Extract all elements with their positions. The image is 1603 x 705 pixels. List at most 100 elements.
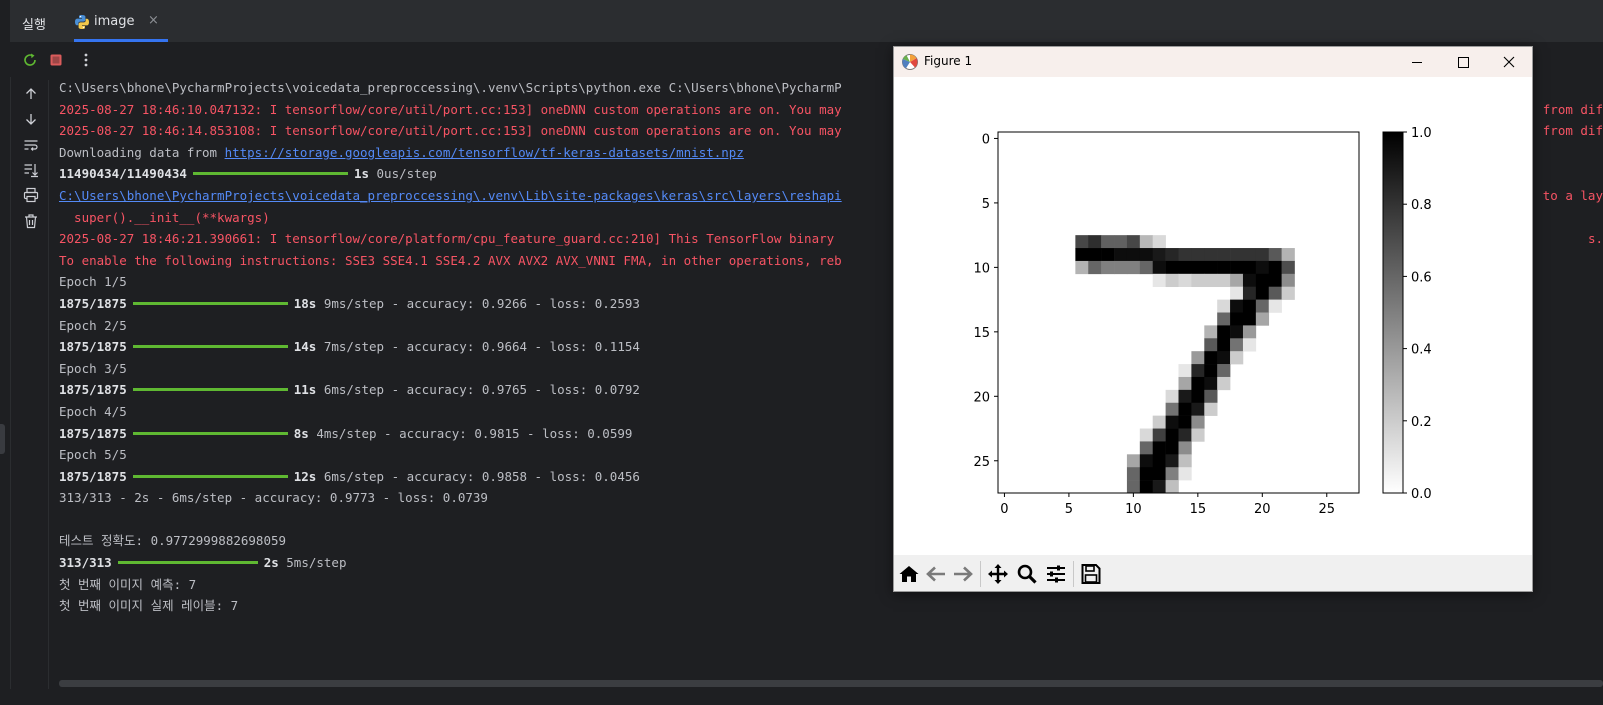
figure-window[interactable]: Figure 1 0 5 10 15 20 25 0 5 10 15 20 25 1.0 0.8 0.6… (893, 46, 1533, 592)
image-pixel (1255, 299, 1270, 313)
home-icon[interactable] (897, 563, 921, 585)
mnist-image (998, 132, 1359, 494)
image-pixel (1165, 415, 1179, 429)
run-tool-window-title[interactable]: 실행 (22, 14, 46, 33)
image-pixel (1230, 325, 1244, 339)
figure-canvas[interactable]: 0 5 10 15 20 25 0 5 10 15 20 25 1.0 0.8 0.6 0.4 0.2 0.0 (894, 77, 1532, 555)
rerun-icon[interactable] (21, 51, 39, 69)
console-text: C:\Users\bhone\PycharmProjects\voicedata… (59, 80, 842, 95)
y-tick-label: 0 (982, 132, 990, 147)
horizontal-scrollbar[interactable] (59, 677, 1603, 689)
image-pixel (1114, 260, 1128, 275)
image-pixel (1230, 299, 1244, 313)
progress-bar (132, 345, 288, 349)
tab-image[interactable]: image × (74, 0, 168, 42)
image-pixel (1204, 364, 1218, 378)
console-side-actions (10, 80, 49, 690)
colorbar-tick-label: 0.8 (1411, 198, 1432, 213)
console-text: 2s (263, 555, 279, 571)
scroll-down-icon[interactable] (23, 111, 39, 127)
soft-wrap-icon[interactable] (23, 137, 39, 153)
image-pixel (1204, 248, 1218, 262)
image-pixel (1204, 389, 1218, 404)
image-pixel (1255, 260, 1270, 275)
image-pixel (1101, 235, 1115, 249)
console-text: 2025-08-27 18:46:14.853108: I tensorflow… (59, 123, 842, 139)
image-pixel (1242, 273, 1257, 288)
colorbar-ticks: 1.0 0.8 0.6 0.4 0.2 0.0 (1403, 126, 1432, 502)
image-pixel (1101, 260, 1115, 275)
x-tick-label: 10 (1125, 502, 1142, 517)
image-pixel (1178, 364, 1192, 378)
console-text: Epoch 4/5 (59, 403, 127, 419)
matplotlib-icon (901, 53, 919, 75)
console-text: Epoch 5/5 (59, 447, 127, 463)
scroll-up-icon[interactable] (23, 86, 39, 102)
scroll-to-end-icon[interactable] (23, 162, 39, 178)
toolbar-separator (980, 561, 981, 587)
x-tick-label: 5 (1065, 502, 1073, 517)
image-pixel (1242, 312, 1257, 326)
image-pixel (1204, 260, 1218, 275)
console-link[interactable]: C:\Users\bhone\PycharmProjects\voicedata… (59, 188, 842, 203)
image-pixel (1217, 325, 1231, 339)
image-pixel (1191, 248, 1205, 262)
more-vertical-icon[interactable] (77, 51, 95, 69)
scrollbar-thumb[interactable] (59, 680, 1603, 687)
image-pixel (1165, 402, 1179, 416)
back-icon[interactable] (924, 563, 948, 585)
image-pixel (1230, 248, 1244, 262)
configure-subplots-icon[interactable] (1044, 563, 1068, 585)
progress-bar (192, 172, 348, 176)
image-pixel (1165, 480, 1179, 494)
save-icon[interactable] (1079, 563, 1103, 585)
image-pixel (1217, 260, 1231, 275)
image-pixel (1255, 286, 1270, 300)
left-edge-handle[interactable] (0, 424, 5, 454)
console-text-overflow: to a lay (1542, 188, 1603, 203)
console-text: 2025-08-27 18:46:21.390661: I tensorflow… (59, 231, 835, 247)
image-pixel (1139, 248, 1154, 262)
colorbar-tick-label: 0.0 (1411, 487, 1432, 502)
close-window-icon[interactable] (1486, 47, 1532, 77)
image-pixel (1191, 273, 1205, 288)
console-link[interactable]: https://storage.googleapis.com/tensorflo… (225, 145, 744, 160)
image-pixel (1204, 325, 1218, 339)
image-pixel (1126, 454, 1141, 468)
zoom-icon[interactable] (1015, 563, 1039, 585)
figure-title-bar[interactable]: Figure 1 (894, 47, 1532, 77)
console-text: 8s (293, 425, 309, 441)
image-pixel (1191, 376, 1205, 391)
console-text: 12s (293, 468, 317, 484)
image-pixel (1178, 376, 1192, 391)
maximize-icon[interactable] (1440, 47, 1486, 77)
stop-icon[interactable] (47, 51, 65, 69)
image-pixel (1152, 467, 1166, 481)
image-pixel (1230, 312, 1244, 326)
colorbar (1382, 131, 1404, 494)
console-text-overflow: from dif (1542, 101, 1603, 117)
image-pixel (1217, 364, 1231, 378)
console-text: 6ms/step - accuracy: 0.9765 - loss: 0.07… (316, 382, 640, 398)
trash-icon[interactable] (23, 213, 39, 229)
console-text: 첫 번째 이미지 예측: 7 (59, 576, 197, 592)
console-text: 첫 번째 이미지 실제 레이블: 7 (59, 598, 239, 614)
image-pixel (1178, 441, 1192, 455)
image-pixel (1165, 441, 1179, 455)
image-pixel (1217, 299, 1231, 313)
print-icon[interactable] (23, 187, 39, 203)
forward-icon[interactable] (951, 563, 975, 585)
minimize-icon[interactable] (1394, 47, 1440, 77)
image-pixel (1152, 260, 1166, 275)
image-pixel (1152, 235, 1166, 249)
image-pixel (1178, 428, 1192, 442)
image-pixel (1217, 273, 1231, 288)
pan-icon[interactable] (986, 563, 1010, 585)
image-pixel (1242, 286, 1257, 300)
console-text: Epoch 1/5 (59, 274, 127, 290)
console-text: 1875/1875 (59, 382, 127, 398)
close-tab-icon[interactable]: × (148, 13, 159, 28)
image-pixel (1191, 428, 1205, 442)
console-text: 14s (293, 339, 317, 355)
image-pixel (1139, 480, 1154, 494)
